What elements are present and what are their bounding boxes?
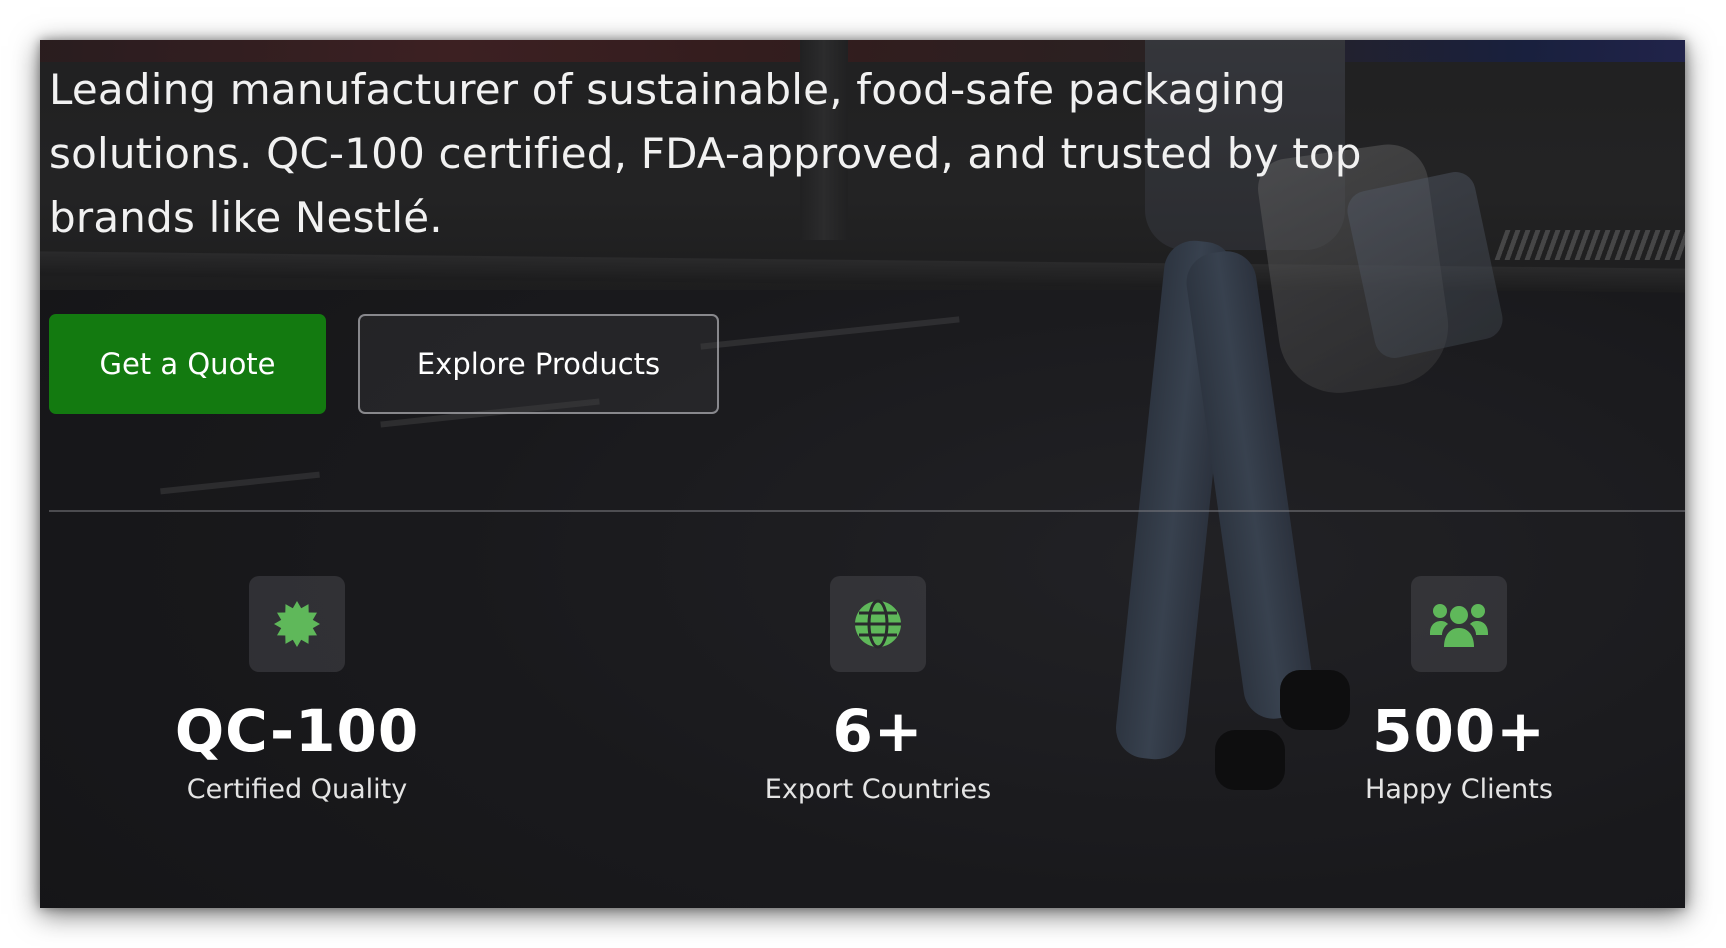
stat-icon-container bbox=[249, 576, 345, 672]
users-icon bbox=[1430, 604, 1488, 647]
stat-label: Export Countries bbox=[764, 774, 992, 805]
stat-value: QC-100 bbox=[174, 697, 420, 765]
stat-certified-quality: QC-100 Certified Quality bbox=[87, 576, 507, 808]
stat-happy-clients: 500+ Happy Clients bbox=[1249, 576, 1669, 808]
stat-value: 500+ bbox=[1372, 697, 1546, 765]
hero-section: Leading manufacturer of sustainable, foo… bbox=[40, 40, 1685, 908]
stat-export-countries: 6+ Export Countries bbox=[668, 576, 1088, 808]
section-divider bbox=[49, 510, 1685, 512]
explore-products-button[interactable]: Explore Products bbox=[358, 314, 719, 414]
get-quote-label: Get a Quote bbox=[99, 347, 276, 381]
globe-icon bbox=[855, 599, 901, 649]
certificate-badge-icon bbox=[274, 601, 320, 647]
stat-label: Happy Clients bbox=[1365, 774, 1553, 805]
stat-icon-container bbox=[1411, 576, 1507, 672]
stat-icon-container bbox=[830, 576, 926, 672]
stat-value: 6+ bbox=[832, 697, 924, 765]
explore-products-label: Explore Products bbox=[416, 347, 661, 381]
get-quote-button[interactable]: Get a Quote bbox=[49, 314, 326, 414]
stat-label: Certified Quality bbox=[186, 774, 408, 805]
hero-tagline: Leading manufacturer of sustainable, foo… bbox=[49, 65, 1362, 242]
